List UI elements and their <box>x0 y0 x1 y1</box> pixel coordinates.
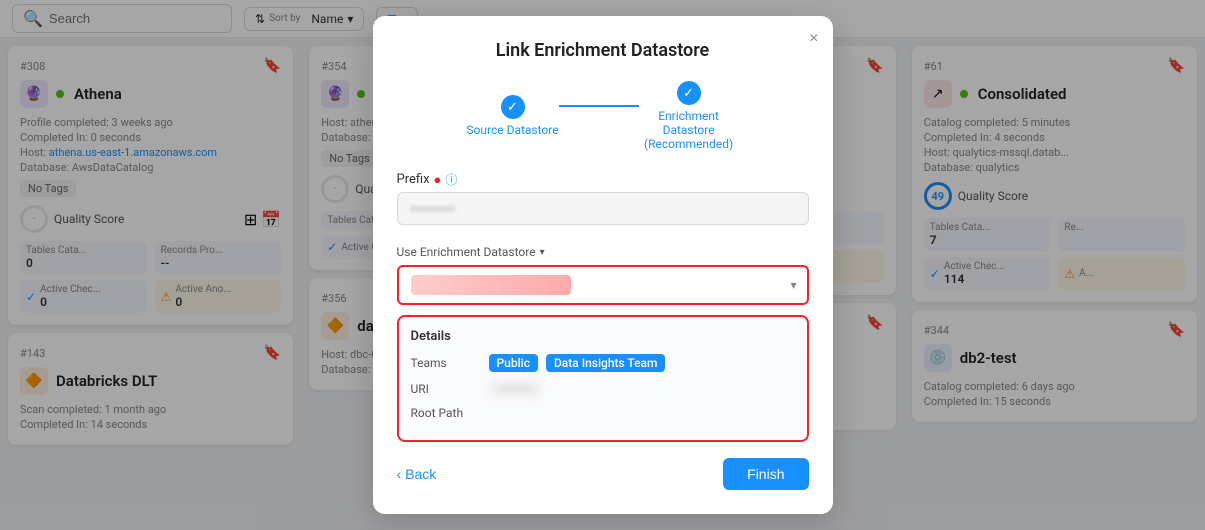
uri-label: URI <box>411 382 481 396</box>
step-source-label: Source Datastore <box>466 123 558 137</box>
uri-row: URI •••••••• <box>411 380 795 398</box>
details-box: Details Teams Public Data Insights Team … <box>397 315 809 442</box>
prefix-input[interactable] <box>397 192 809 225</box>
public-tag[interactable]: Public <box>489 354 538 372</box>
use-enrichment-chevron-icon: ▾ <box>540 247 545 258</box>
info-icon: ⓘ <box>445 171 457 188</box>
details-title: Details <box>411 329 795 344</box>
back-label: Back <box>405 466 436 482</box>
required-indicator: ● <box>434 172 442 188</box>
modal-close-button[interactable]: × <box>809 30 818 48</box>
prefix-label: Prefix ● ⓘ <box>397 171 809 188</box>
select-inner-value <box>411 275 571 295</box>
teams-label: Teams <box>411 356 481 370</box>
select-chevron-icon: ▾ <box>790 278 796 292</box>
finish-button[interactable]: Finish <box>723 458 808 490</box>
modal-overlay: × Link Enrichment Datastore ✓ Source Dat… <box>0 0 1205 530</box>
back-button[interactable]: ‹ Back <box>397 466 437 482</box>
step-connector <box>559 105 639 107</box>
modal-title: Link Enrichment Datastore <box>397 40 809 61</box>
step-source-circle: ✓ <box>501 95 525 119</box>
root-path-row: Root Path <box>411 406 795 420</box>
steps-container: ✓ Source Datastore ✓ Enrichment Datastor… <box>397 81 809 151</box>
step-enrichment: ✓ Enrichment Datastore(Recommended) <box>639 81 739 151</box>
step-source: ✓ Source Datastore <box>466 95 558 137</box>
teams-row: Teams Public Data Insights Team <box>411 354 795 372</box>
step-enrichment-circle: ✓ <box>677 81 701 105</box>
modal-dialog: × Link Enrichment Datastore ✓ Source Dat… <box>373 16 833 514</box>
modal-footer: ‹ Back Finish <box>397 458 809 490</box>
step-enrichment-label: Enrichment Datastore(Recommended) <box>639 109 739 151</box>
use-enrichment-label: Use Enrichment Datastore <box>397 245 536 259</box>
root-path-label: Root Path <box>411 406 481 420</box>
back-arrow-icon: ‹ <box>397 466 402 482</box>
data-insights-team-tag[interactable]: Data Insights Team <box>546 354 666 372</box>
datastore-select-wrapper: ▾ <box>397 265 809 305</box>
datastore-select[interactable] <box>397 265 809 305</box>
prefix-text: Prefix <box>397 172 430 187</box>
uri-value: •••••••• <box>489 380 541 398</box>
use-enrichment-toggle[interactable]: Use Enrichment Datastore ▾ <box>397 245 809 259</box>
